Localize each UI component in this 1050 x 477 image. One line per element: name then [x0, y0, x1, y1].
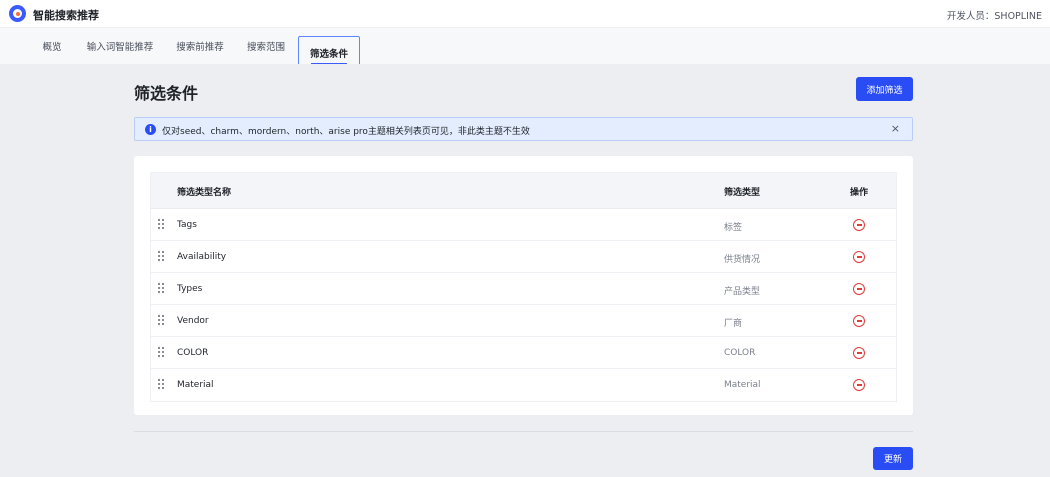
filter-type: 供货情况	[724, 255, 761, 265]
drag-handle-icon[interactable]	[158, 219, 166, 231]
footer-divider	[134, 431, 913, 432]
app-title: 智能搜索推荐	[33, 9, 99, 22]
drag-handle-icon[interactable]	[158, 379, 166, 391]
table-header: 筛选类型名称 筛选类型 操作	[151, 173, 896, 209]
close-icon[interactable]: ×	[891, 122, 900, 135]
tab-pre-search[interactable]: 搜索前推荐	[170, 28, 230, 64]
page-title: 筛选条件	[134, 84, 199, 103]
notice-banner: i 仅对seed、charm、mordern、north、arise pro主题…	[134, 117, 913, 141]
tab-label: 搜索范围	[246, 42, 285, 53]
add-filter-button[interactable]: 添加筛选	[856, 77, 913, 101]
table-row: Material Material	[151, 369, 896, 401]
filter-type: COLOR	[724, 348, 756, 358]
table-row: Vendor 厂商	[151, 305, 896, 337]
filter-name: Vendor	[177, 316, 209, 326]
notice-text: 仅对seed、charm、mordern、north、arise pro主题相关…	[162, 127, 530, 137]
filter-name: Material	[177, 380, 214, 390]
tab-search-scope[interactable]: 搜索范围	[240, 28, 292, 64]
remove-circle-icon[interactable]	[853, 379, 865, 391]
info-icon: i	[145, 124, 156, 135]
drag-handle-icon[interactable]	[158, 347, 166, 359]
tab-label: 概览	[42, 42, 62, 53]
filter-table: 筛选类型名称 筛选类型 操作 Tags 标签 Availability 供货情况	[150, 172, 897, 402]
tab-overview[interactable]: 概览	[32, 28, 72, 64]
table-row: Availability 供货情况	[151, 241, 896, 273]
drag-handle-icon[interactable]	[158, 315, 166, 327]
filter-type: Material	[724, 380, 761, 390]
drag-handle-icon[interactable]	[158, 283, 166, 295]
filter-type: 产品类型	[724, 287, 761, 297]
top-header: 智能搜索推荐 开发人员：SHOPLINE	[0, 0, 1050, 28]
update-button[interactable]: 更新	[873, 447, 913, 470]
filter-name: Availability	[177, 252, 227, 262]
tab-label: 筛选条件	[309, 49, 348, 60]
filter-name: COLOR	[177, 348, 209, 358]
table-row: Types 产品类型	[151, 273, 896, 305]
developer-label: 开发人员：SHOPLINE	[946, 11, 1042, 22]
header-action: 操作	[850, 188, 869, 198]
drag-handle-icon[interactable]	[158, 251, 166, 263]
remove-circle-icon[interactable]	[853, 219, 865, 231]
filter-type: 标签	[724, 223, 743, 233]
remove-circle-icon[interactable]	[853, 347, 865, 359]
filter-name: Types	[177, 284, 203, 294]
filter-card: 筛选类型名称 筛选类型 操作 Tags 标签 Availability 供货情况	[134, 156, 913, 415]
remove-circle-icon[interactable]	[853, 315, 865, 327]
header-name: 筛选类型名称	[177, 188, 232, 198]
tab-bar: 概览 输入词智能推荐 搜索前推荐 搜索范围 筛选条件	[0, 28, 1050, 70]
filter-type: 厂商	[724, 319, 743, 329]
table-row: COLOR COLOR	[151, 337, 896, 369]
tab-label: 输入词智能推荐	[86, 42, 154, 53]
app-logo-icon	[9, 5, 26, 22]
remove-circle-icon[interactable]	[853, 283, 865, 295]
remove-circle-icon[interactable]	[853, 251, 865, 263]
tab-label: 搜索前推荐	[176, 42, 224, 53]
header-type: 筛选类型	[724, 188, 761, 198]
tab-input-recommend[interactable]: 输入词智能推荐	[82, 28, 158, 64]
filter-name: Tags	[177, 220, 197, 230]
table-row: Tags 标签	[151, 209, 896, 241]
